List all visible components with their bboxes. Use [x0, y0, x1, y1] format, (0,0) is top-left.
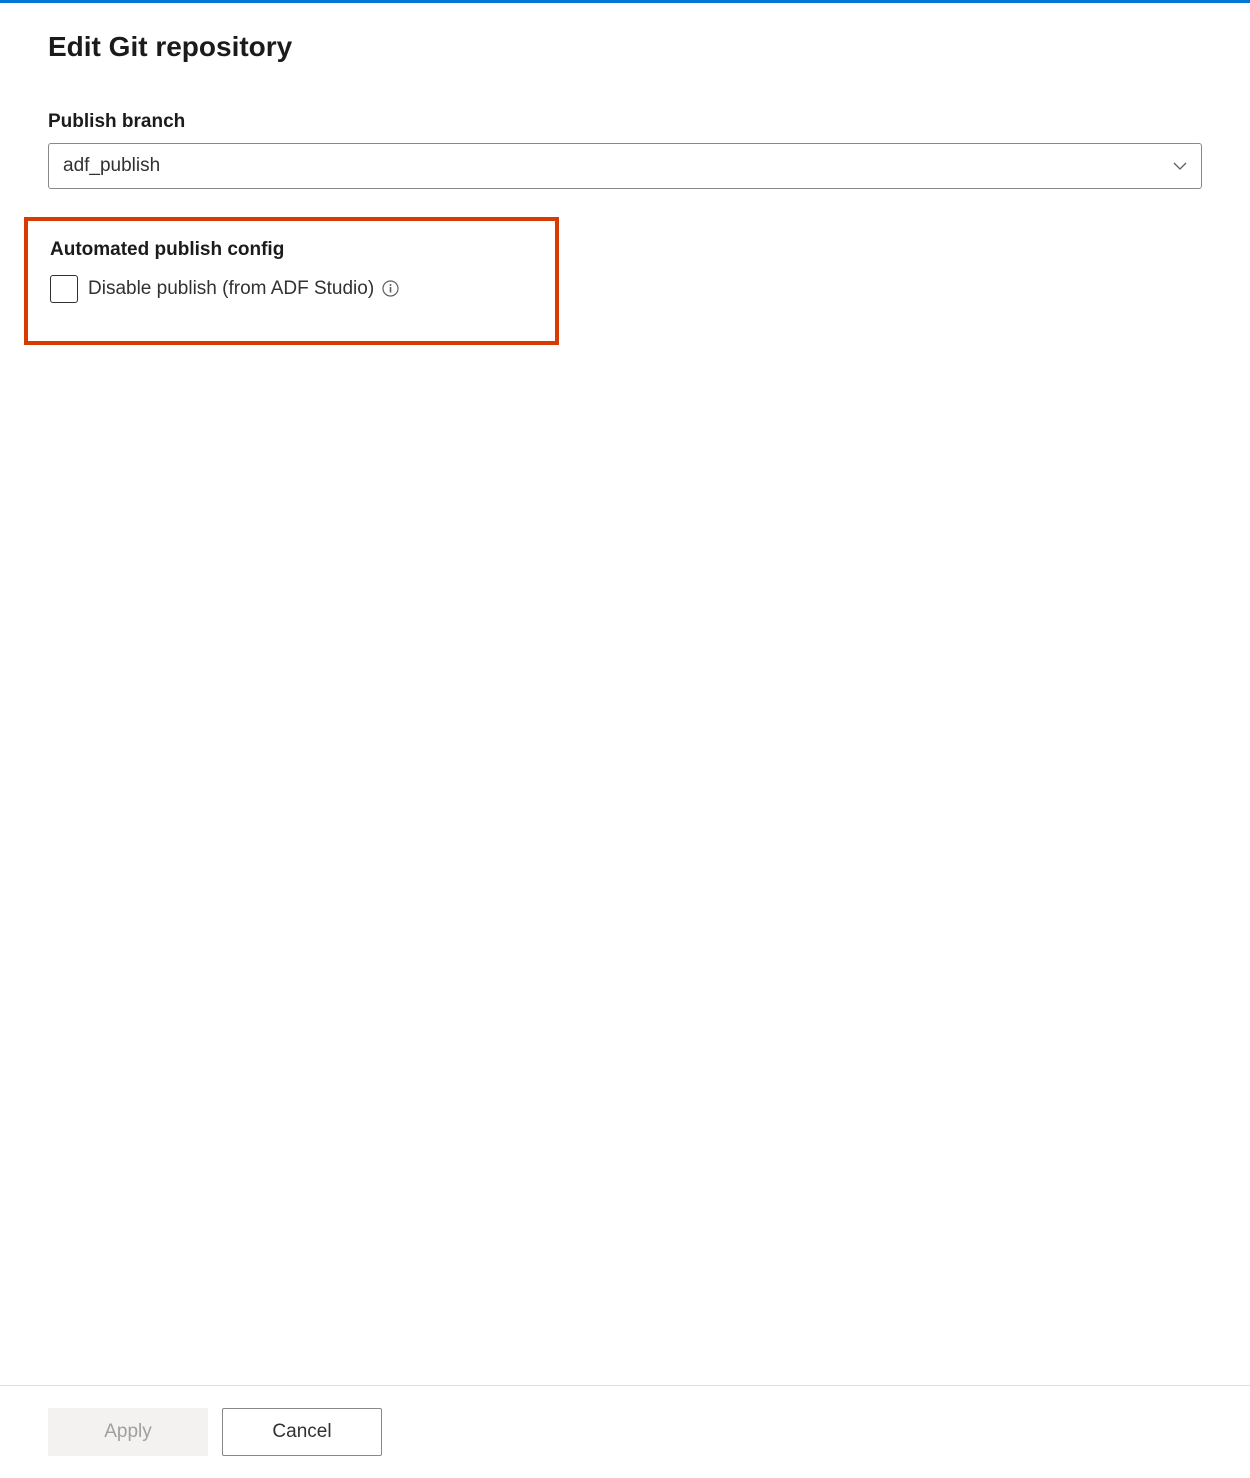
- disable-publish-row: Disable publish (from ADF Studio): [50, 275, 533, 303]
- disable-publish-label: Disable publish (from ADF Studio): [88, 278, 399, 300]
- cancel-button[interactable]: Cancel: [222, 1408, 382, 1456]
- automated-publish-label: Automated publish config: [50, 239, 533, 261]
- automated-publish-highlight: Automated publish config Disable publish…: [24, 217, 559, 345]
- disable-publish-checkbox[interactable]: [50, 275, 78, 303]
- chevron-down-icon: [1173, 159, 1187, 173]
- publish-branch-dropdown[interactable]: adf_publish: [48, 143, 1202, 189]
- publish-branch-label: Publish branch: [48, 111, 1202, 133]
- apply-button[interactable]: Apply: [48, 1408, 208, 1456]
- page-title: Edit Git repository: [48, 31, 1202, 63]
- publish-branch-value: adf_publish: [63, 155, 160, 177]
- footer: Apply Cancel: [0, 1385, 1250, 1478]
- info-icon[interactable]: [381, 280, 399, 298]
